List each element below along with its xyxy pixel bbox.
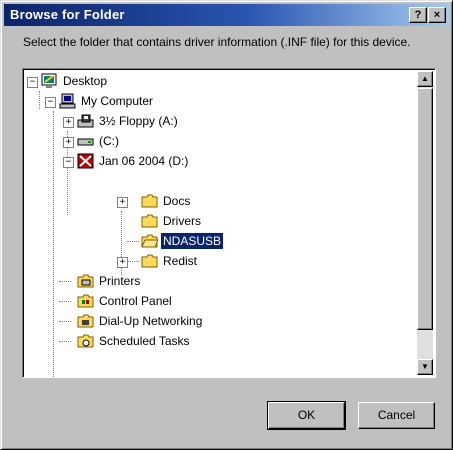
expand-toggle[interactable]: + bbox=[63, 117, 74, 128]
tree-item-label: Redist bbox=[163, 254, 198, 268]
tree-connector bbox=[59, 321, 71, 322]
folder-open-icon bbox=[141, 234, 158, 248]
scroll-down-button[interactable]: ▼ bbox=[417, 359, 433, 375]
collapse-toggle[interactable]: − bbox=[63, 157, 74, 168]
folder-icon bbox=[141, 254, 158, 268]
expand-toggle[interactable]: + bbox=[117, 197, 128, 208]
hard-drive-icon bbox=[77, 138, 94, 146]
collapse-toggle[interactable]: − bbox=[27, 77, 38, 88]
scheduled-tasks-icon bbox=[77, 334, 94, 348]
folder-icon bbox=[141, 214, 158, 228]
floppy-drive-icon bbox=[77, 114, 94, 128]
tree-item-label: Printers bbox=[99, 274, 141, 288]
scrollbar-thumb[interactable] bbox=[417, 88, 433, 330]
tree-item-label: (C:) bbox=[99, 134, 119, 148]
tree-connector bbox=[59, 281, 71, 282]
tree-connector bbox=[127, 241, 139, 242]
tree-connector bbox=[127, 261, 139, 262]
tree-connector bbox=[53, 111, 54, 377]
desktop-icon bbox=[41, 73, 57, 88]
tree-item-label: Dial-Up Networking bbox=[99, 314, 203, 328]
vertical-scrollbar[interactable]: ▲ ▼ bbox=[417, 71, 433, 375]
title-bar[interactable]: Browse for Folder ? × bbox=[4, 4, 449, 26]
tree-item-label: My Computer bbox=[81, 94, 154, 108]
computer-icon bbox=[59, 93, 76, 109]
folder-icon bbox=[141, 194, 158, 208]
tree-item-label: Jan 06 2004 (D:) bbox=[99, 154, 189, 168]
control-panel-icon bbox=[77, 294, 94, 308]
expand-toggle[interactable]: + bbox=[117, 257, 128, 268]
tree-item-label: Docs bbox=[163, 194, 191, 208]
tree-item-label: Scheduled Tasks bbox=[99, 334, 190, 348]
printers-folder-icon bbox=[77, 274, 94, 288]
tree-connector bbox=[39, 91, 40, 109]
tree-connector bbox=[59, 341, 71, 342]
close-button[interactable]: × bbox=[428, 7, 446, 23]
dialup-networking-icon bbox=[77, 314, 94, 328]
tree-item-label: 3½ Floppy (A:) bbox=[99, 114, 178, 128]
browse-for-folder-dialog: Browse for Folder ? × Select the folder … bbox=[0, 0, 453, 450]
window-title: Browse for Folder bbox=[10, 7, 125, 22]
cd-drive-icon bbox=[77, 153, 94, 169]
tree-item-label: Desktop bbox=[63, 74, 108, 88]
tree-item-label: NDASUSB bbox=[159, 232, 225, 250]
expand-toggle[interactable]: + bbox=[63, 137, 74, 148]
tree-connector bbox=[59, 301, 71, 302]
folder-tree[interactable]: − Desktop − My Computer + 3½ Floppy (A:)… bbox=[22, 68, 436, 378]
ok-button[interactable]: OK bbox=[267, 401, 346, 430]
tree-item-label: Control Panel bbox=[99, 294, 172, 308]
cancel-button[interactable]: Cancel bbox=[358, 402, 435, 429]
collapse-toggle[interactable]: − bbox=[45, 97, 56, 108]
help-button[interactable]: ? bbox=[409, 7, 427, 23]
tree-item-label: Drivers bbox=[163, 214, 201, 228]
scroll-up-button[interactable]: ▲ bbox=[417, 71, 433, 87]
instruction-text: Select the folder that contains driver i… bbox=[23, 35, 411, 49]
